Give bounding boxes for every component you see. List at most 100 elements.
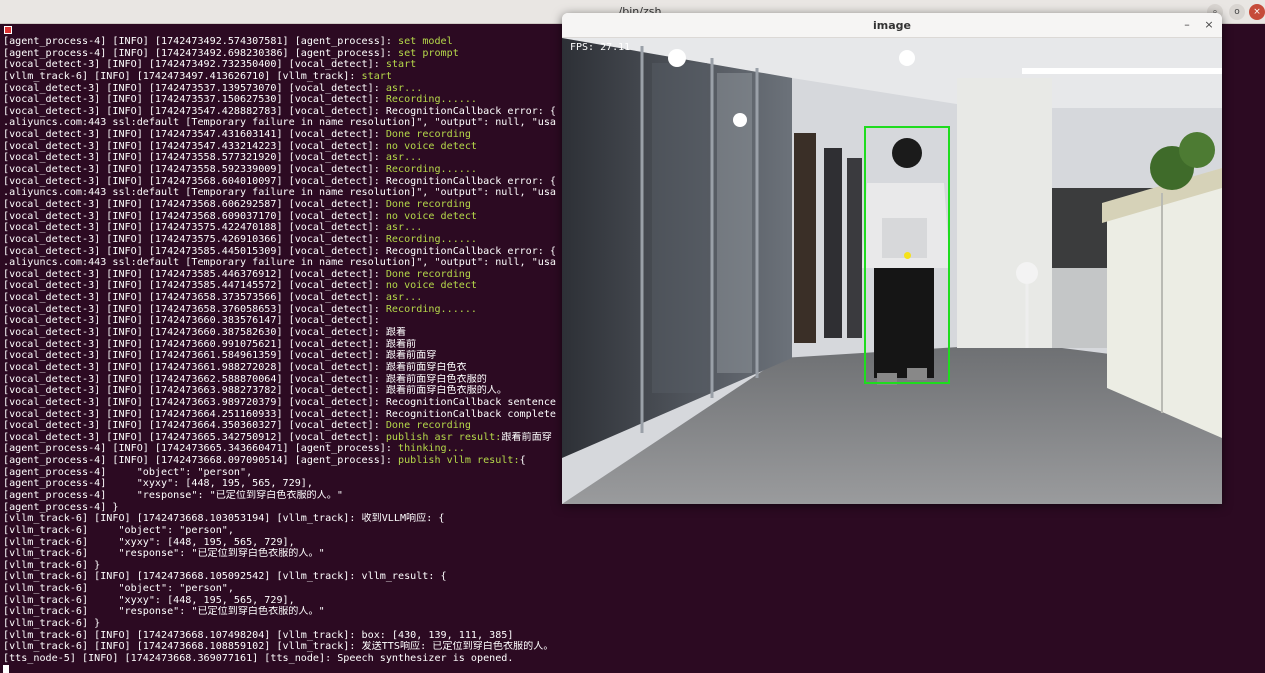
terminal-text: [vocal_detect-3] [INFO] [1742473662.5888…: [3, 373, 487, 385]
terminal-text: publish asr result:: [385, 431, 502, 443]
terminal-text: asr...: [385, 222, 423, 234]
terminal-text: Done recording: [385, 268, 471, 280]
terminal-text: [vllm_track-6] "response": "已定位到穿白色衣服的人。…: [3, 548, 325, 560]
terminal-restore-icon[interactable]: o: [1229, 4, 1245, 20]
terminal-text: [vocal_detect-3] [INFO] [1742473558.5923…: [3, 164, 386, 176]
terminal-line: [vllm_track-6] }: [3, 618, 1265, 630]
minimize-icon[interactable]: –: [1180, 18, 1194, 32]
terminal-text: [agent_process-4] [INFO] [1742473492.698…: [3, 47, 399, 59]
terminal-text: asr...: [385, 82, 423, 94]
terminal-text: [vocal_detect-3] [INFO] [1742473660.9910…: [3, 338, 417, 350]
terminal-text: [vocal_detect-3] [INFO] [1742473660.3835…: [3, 315, 380, 327]
terminal-line: [vllm_track-6] "object": "person",: [3, 525, 1265, 537]
terminal-text: [vocal_detect-3] [INFO] [1742473658.3760…: [3, 303, 386, 315]
terminal-text: publish vllm result:: [398, 455, 520, 467]
terminal-text: [agent_process-4] }: [3, 501, 119, 513]
terminal-text: [vocal_detect-3] [INFO] [1742473585.4463…: [3, 268, 386, 280]
terminal-text: [vllm_track-6] [INFO] [1742473668.108859…: [3, 641, 554, 653]
terminal-text: [vocal_detect-3] [INFO] [1742473663.9897…: [3, 396, 557, 408]
terminal-text: [vllm_track-6] [INFO] [1742473668.107498…: [3, 629, 514, 641]
terminal-text: [vocal_detect-3] [INFO] [1742473585.4471…: [3, 280, 386, 292]
terminal-text: asr...: [385, 152, 423, 164]
terminal-text: [vocal_detect-3] [INFO] [1742473575.4269…: [3, 233, 386, 245]
terminal-text: Recording......: [385, 303, 478, 315]
terminal-line: [vllm_track-6] "response": "已定位到穿白色衣服的人。…: [3, 548, 1265, 560]
terminal-line: [vllm_track-6] [INFO] [1742473668.105092…: [3, 571, 1265, 583]
terminal-text: [agent_process-4] [INFO] [1742473492.574…: [3, 36, 399, 47]
terminal-text: [vocal_detect-3] [INFO] [1742473664.3503…: [3, 420, 386, 432]
terminal-text: Done recording: [385, 420, 471, 432]
terminal-text: [agent_process-4] "xyxy": [448, 195, 565…: [3, 478, 313, 490]
terminal-text: [vocal_detect-3] [INFO] [1742473537.1395…: [3, 82, 386, 94]
terminal-line: [vllm_track-6] "object": "person",: [3, 583, 1265, 595]
terminal-text: [agent_process-4] "object": "person",: [3, 466, 253, 478]
terminal-text: [vocal_detect-3] [INFO] [1742473665.3427…: [3, 431, 386, 443]
terminal-text: no voice detect: [385, 210, 478, 222]
terminal-text: [vocal_detect-3] [INFO] [1742473568.6062…: [3, 198, 386, 210]
tracking-center-dot: [904, 252, 911, 259]
terminal-line: [tts_node-5] [INFO] [1742473668.36907716…: [3, 653, 1265, 665]
terminal-text: [vllm_track-6] }: [3, 559, 101, 571]
terminal-close-icon[interactable]: ×: [1249, 4, 1265, 20]
fps-counter: FPS: 27.11: [570, 42, 631, 53]
terminal-text: [vocal_detect-3] [INFO] [1742473547.4316…: [3, 129, 386, 141]
terminal-line: [vllm_track-6] }: [3, 560, 1265, 572]
terminal-text: [vocal_detect-3] [INFO] [1742473658.3735…: [3, 292, 386, 304]
terminal-text: .aliyuncs.com:443 ssl:default [Temporary…: [3, 117, 557, 129]
terminal-text: [vocal_detect-3] [INFO] [1742473558.5773…: [3, 152, 386, 164]
terminal-text: [tts_node-5] [INFO] [1742473668.36907716…: [3, 652, 514, 664]
terminal-line: [vllm_track-6] [INFO] [1742473668.103053…: [3, 513, 1265, 525]
terminal-text: [vocal_detect-3] [INFO] [1742473537.1506…: [3, 94, 386, 106]
terminal-text: 跟着前面穿: [501, 431, 552, 443]
prompt-line[interactable]: [3, 664, 1265, 673]
terminal-text: [vocal_detect-3] [INFO] [1742473661.5849…: [3, 350, 437, 362]
terminal-text: [agent_process-4] [INFO] [1742473668.097…: [3, 455, 399, 467]
terminal-text: [vocal_detect-3] [INFO] [1742473492.7323…: [3, 59, 386, 71]
terminal-line: [vllm_track-6] [INFO] [1742473668.108859…: [3, 641, 1265, 653]
terminal-text: Recording......: [385, 164, 478, 176]
terminal-cursor: [3, 664, 9, 673]
terminal-text: start: [385, 59, 417, 71]
terminal-line: [vllm_track-6] "response": "已定位到穿白色衣服的人。…: [3, 606, 1265, 618]
terminal-line: [vllm_track-6] "xyxy": [448, 195, 565, 7…: [3, 595, 1265, 607]
terminal-line: [vllm_track-6] [INFO] [1742473668.107498…: [3, 630, 1265, 642]
terminal-text: [vllm_track-6] "object": "person",: [3, 583, 234, 595]
terminal-text: [vocal_detect-3] [INFO] [1742473664.2511…: [3, 408, 557, 420]
terminal-text: [vllm_track-6] "xyxy": [448, 195, 565, 7…: [3, 594, 295, 606]
terminal-text: start: [361, 70, 392, 82]
terminal-line: [vllm_track-6] "xyxy": [448, 195, 565, 7…: [3, 537, 1265, 549]
terminal-text: [agent_process-4] [INFO] [1742473665.343…: [3, 443, 399, 455]
terminal-text: [agent_process-4] "response": "已定位到穿白色衣服…: [3, 489, 343, 501]
terminal-text: [vocal_detect-3] [INFO] [1742473568.6090…: [3, 210, 386, 222]
terminal-text: set prompt: [398, 47, 459, 59]
terminal-text: [vllm_track-6] "object": "person",: [3, 524, 234, 536]
terminal-text: [vllm_track-6] "response": "已定位到穿白色衣服的人。…: [3, 606, 325, 618]
terminal-text: [vocal_detect-3] [INFO] [1742473575.4224…: [3, 222, 386, 234]
terminal-text: [vllm_track-6] [INFO] [1742473668.103053…: [3, 513, 445, 525]
terminal-text: [vocal_detect-3] [INFO] [1742473663.9882…: [3, 385, 507, 397]
terminal-text: Done recording: [385, 198, 471, 210]
terminal-text: [vllm_track-6] [INFO] [1742473668.105092…: [3, 571, 447, 583]
terminal-text: Done recording: [385, 129, 471, 141]
terminal-text: [vocal_detect-3] [INFO] [1742473547.4332…: [3, 140, 386, 152]
terminal-text: [vllm_track-6] }: [3, 618, 101, 630]
terminal-text: Recording......: [385, 94, 478, 106]
terminal-text: .aliyuncs.com:443 ssl:default [Temporary…: [3, 187, 557, 199]
terminal-text: no voice detect: [385, 280, 478, 292]
terminal-text: .aliyuncs.com:443 ssl:default [Temporary…: [3, 257, 557, 269]
close-icon[interactable]: ×: [1202, 18, 1216, 32]
terminal-text: {: [519, 455, 526, 467]
terminal-text: [vocal_detect-3] [INFO] [1742473660.3875…: [3, 327, 407, 339]
terminal-text: [vocal_detect-3] [INFO] [1742473661.9882…: [3, 361, 467, 373]
image-window[interactable]: image – × FPS: 27.11: [562, 13, 1222, 504]
terminal-text: set model: [398, 36, 453, 47]
terminal-text: asr...: [385, 292, 423, 304]
terminal-text: thinking...: [398, 443, 465, 455]
terminal-text: [vllm_track-6] [INFO] [1742473497.413626…: [3, 70, 362, 82]
image-window-title: image: [873, 19, 911, 32]
image-window-titlebar[interactable]: image – ×: [562, 13, 1222, 38]
terminal-text: no voice detect: [385, 140, 478, 152]
terminal-text: [vllm_track-6] "xyxy": [448, 195, 565, 7…: [3, 536, 295, 548]
terminal-text: Recording......: [385, 233, 478, 245]
terminal-app-icon: [4, 26, 12, 34]
